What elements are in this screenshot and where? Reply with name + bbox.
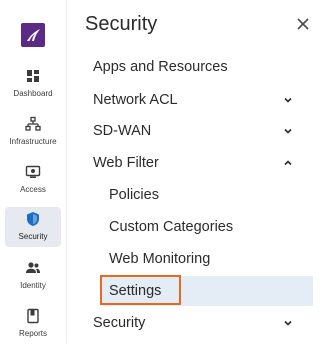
menu-item-sd-wan[interactable]: SD-WAN: [85, 116, 313, 146]
rail-item-label: Security: [18, 232, 48, 241]
submenu-item-custom-categories[interactable]: Custom Categories: [101, 212, 313, 242]
menu-item-label: Web Filter: [93, 155, 159, 171]
close-button[interactable]: [294, 15, 312, 33]
submenu-item-policies[interactable]: Policies: [101, 180, 313, 210]
chevron-down-icon: [284, 320, 292, 326]
menu-item-label: Network ACL: [93, 92, 178, 108]
rail-item-reports[interactable]: Reports: [5, 304, 61, 344]
menu-item-web-filter[interactable]: Web Filter: [85, 148, 313, 178]
menu-item-label: Settings: [109, 283, 162, 299]
app-logo[interactable]: [21, 23, 45, 47]
menu-item-apps-and-resources[interactable]: Apps and Resources: [85, 52, 313, 82]
menu-item-label: Custom Categories: [109, 219, 234, 235]
rail-item-identity[interactable]: Identity: [5, 256, 61, 296]
rail-item-label: Reports: [18, 329, 47, 338]
chevron-down-icon: [284, 128, 292, 134]
menu-item-label: Web Monitoring: [109, 251, 211, 267]
submenu-item-web-monitoring[interactable]: Web Monitoring: [101, 244, 313, 274]
dashboard-icon: [27, 70, 39, 82]
chevron-down-icon: [284, 97, 292, 103]
rail-item-security[interactable]: Security: [5, 207, 61, 247]
rail-item-label: Infrastructure: [9, 137, 57, 146]
panel-title: Security: [85, 13, 158, 35]
shield-icon: [27, 212, 39, 226]
rail-item-label: Access: [20, 185, 46, 194]
nav-rail: Dashboard Infrastructure Access Security: [0, 0, 67, 343]
reports-icon: [27, 308, 39, 324]
close-icon: [297, 18, 309, 30]
chevron-up-icon: [284, 160, 292, 166]
menu-item-label: Apps and Resources: [93, 59, 228, 75]
menu-item-security[interactable]: Security: [85, 308, 313, 338]
rail-item-infrastructure[interactable]: Infrastructure: [5, 112, 61, 152]
rail-item-access[interactable]: Access: [5, 160, 61, 200]
menu-item-label: Policies: [109, 187, 159, 203]
menu-item-label: Security: [93, 315, 146, 331]
menu-item-label: SD-WAN: [93, 123, 152, 139]
infrastructure-icon: [25, 116, 41, 131]
menu-item-network-acl[interactable]: Network ACL: [85, 85, 313, 115]
rail-item-label: Dashboard: [13, 89, 53, 98]
rail-item-dashboard[interactable]: Dashboard: [5, 64, 61, 104]
identity-icon: [26, 262, 40, 273]
logo-icon: [27, 29, 40, 41]
rail-item-label: Identity: [20, 281, 46, 290]
access-icon: [25, 165, 41, 178]
submenu-item-settings[interactable]: Settings: [101, 276, 313, 306]
